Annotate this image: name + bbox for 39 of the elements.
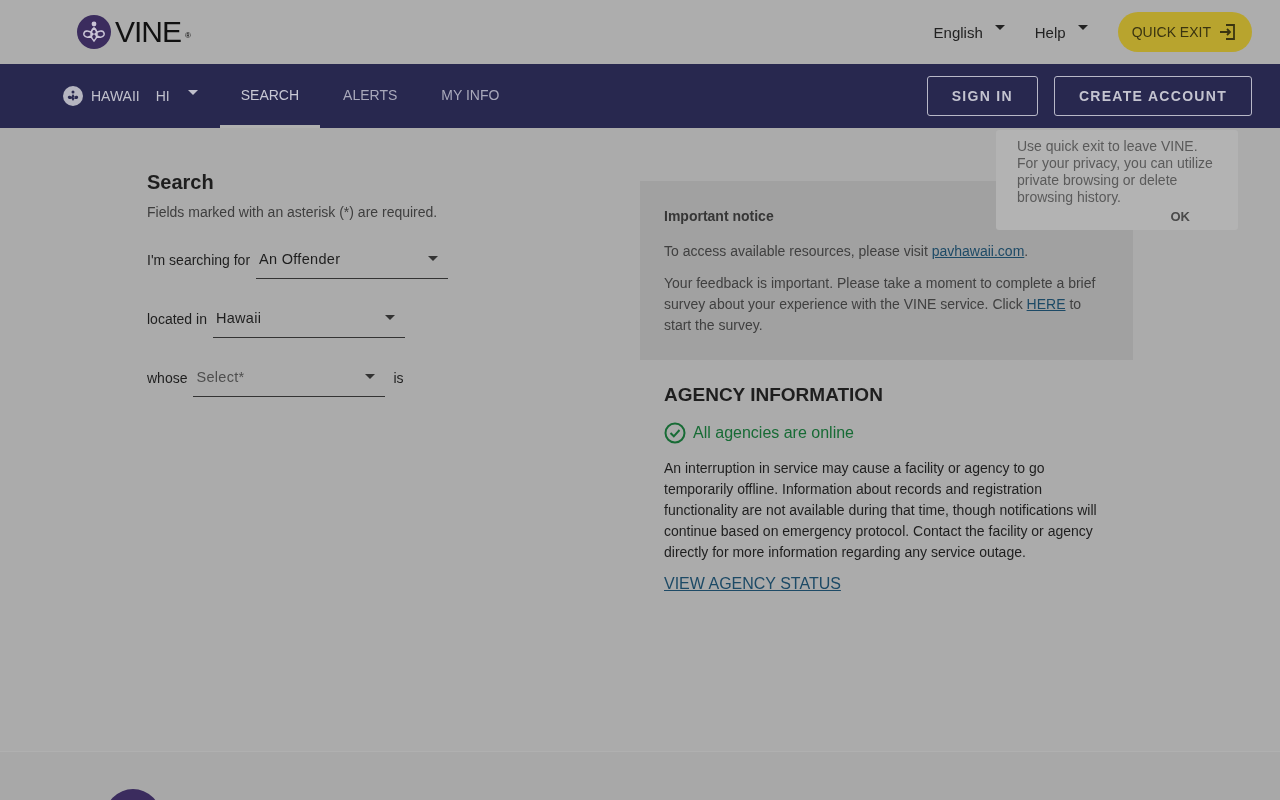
nav-tab[interactable]: SEARCH (219, 64, 321, 128)
registered-mark: ® (185, 31, 191, 40)
exit-icon (1219, 24, 1236, 40)
caret-icon (428, 256, 439, 262)
field-label: is (393, 369, 404, 386)
agency-status: All agencies are online (693, 424, 854, 442)
field-label: whose (147, 369, 188, 386)
caret-icon (1077, 25, 1088, 31)
required-note: Fields marked with an asterisk (*) are required. (147, 204, 439, 220)
nav-tab[interactable]: MY INFO (420, 64, 521, 128)
state-selector[interactable]: HAWAII HI (63, 64, 198, 128)
ok-button[interactable]: OK (1164, 208, 1196, 225)
search-heading: Search (147, 171, 215, 194)
state-icon (63, 86, 83, 106)
notice-text: To access available resources, please visit pavhawaii.com. (664, 242, 1030, 261)
caret-icon (365, 374, 376, 380)
sign-in-button[interactable]: SIGN IN (926, 76, 1038, 116)
nav-tab[interactable]: ALERTS (322, 64, 419, 128)
view-agency-status-link[interactable]: VIEW AGENCY STATUS (664, 575, 841, 592)
help-dropdown[interactable]: Help (1034, 23, 1088, 41)
caret-icon (994, 25, 1005, 31)
popover-text: Use quick exit to leave VINE. For your privacy, you can utilize private browsing or delete browsing history. (1017, 138, 1214, 206)
select-field[interactable]: An Offender (256, 240, 449, 279)
select-field[interactable]: Select* (193, 358, 386, 397)
field-label: I'm searching for (147, 251, 251, 268)
caret-icon (187, 90, 198, 96)
quick-exit-button[interactable]: QUICK EXIT (1117, 12, 1252, 52)
logo-text: VINE (115, 15, 182, 49)
logo-icon (77, 15, 111, 49)
create-account-button[interactable]: CREATE ACCOUNT (1053, 76, 1252, 116)
notice-text: Your feedback is important. Please take a moment to complete a brief survey about your experience with the VINE service. Click HERE to start the survey. (664, 274, 1097, 335)
field-label: located in (147, 310, 207, 327)
notice-title: Important notice (664, 208, 774, 224)
select-field[interactable]: Hawaii (212, 299, 405, 338)
agency-description: An interruption in service may cause a facility or agency to go temporarily offline. Information about records and registration functionality are not available during that time, though notifications will continue based on emergency protocol. Contact the facility or agency directly for more information regarding any service outage. (664, 459, 1098, 562)
language-dropdown[interactable]: English (933, 23, 1005, 41)
agency-heading: AGENCY INFORMATION (664, 384, 884, 406)
caret-icon (384, 315, 395, 321)
link[interactable]: HERE (1026, 296, 1066, 312)
